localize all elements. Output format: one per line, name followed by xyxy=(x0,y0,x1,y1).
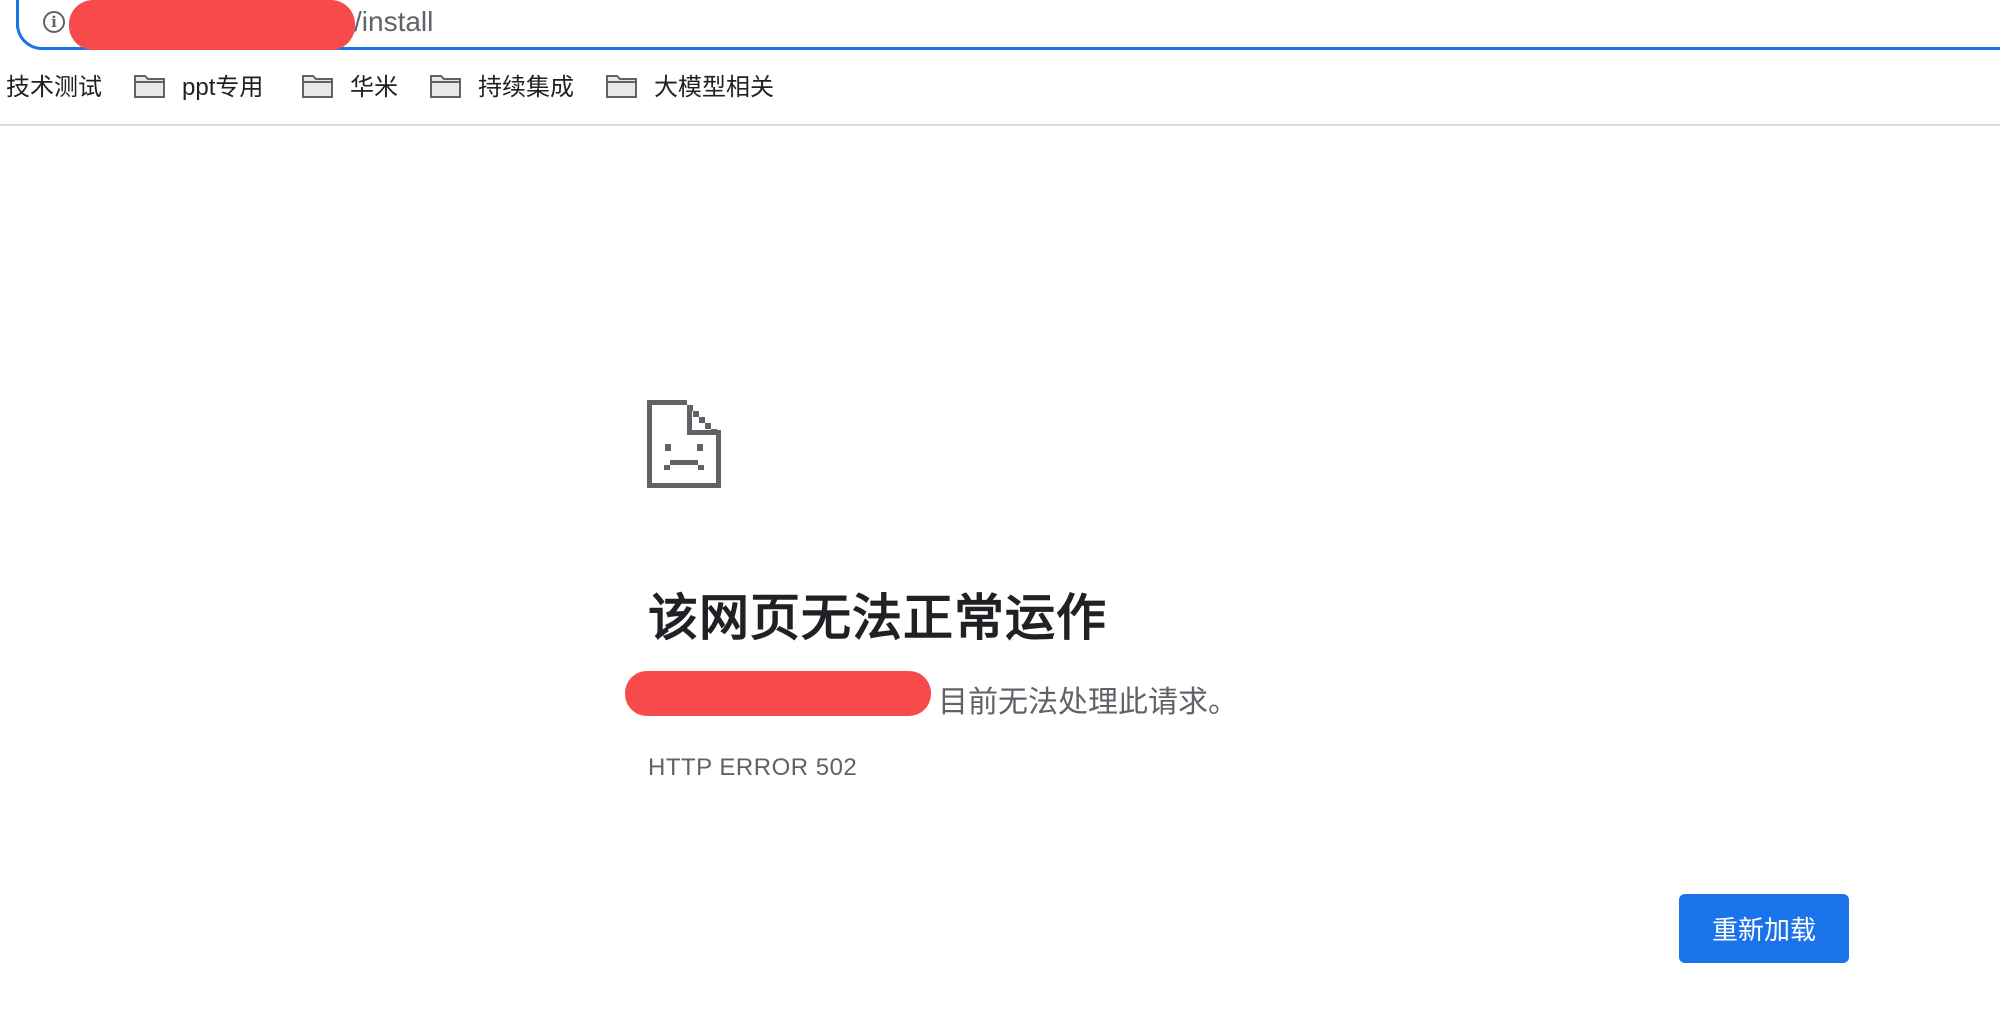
bookmark-item-huami[interactable]: 华米 xyxy=(350,72,398,104)
bookmark-item-ppt[interactable]: ppt专用 xyxy=(182,72,263,104)
url-redaction xyxy=(69,0,355,50)
sad-page-icon xyxy=(647,400,721,488)
address-bar[interactable]: i /install xyxy=(16,0,2000,50)
url-text[interactable]: /install xyxy=(354,6,433,38)
bookmark-item-llm[interactable]: 大模型相关 xyxy=(654,72,774,104)
reload-button[interactable]: 重新加载 xyxy=(1679,894,1849,963)
error-code: HTTP ERROR 502 xyxy=(648,754,858,781)
bookmarks-bar: 技术测试 ppt专用 华米 持续集成 大模型相关 xyxy=(0,60,2000,126)
error-title: 该网页无法正常运作 xyxy=(648,590,1107,646)
folder-icon xyxy=(302,75,333,98)
bookmark-item-tech-test[interactable]: 技术测试 xyxy=(6,72,102,104)
folder-icon xyxy=(430,75,461,98)
error-description: 目前无法处理此请求。 xyxy=(938,686,1238,719)
folder-icon xyxy=(606,75,637,98)
folder-icon xyxy=(134,75,165,98)
host-redaction xyxy=(625,671,931,716)
info-icon[interactable]: i xyxy=(43,11,65,33)
bookmark-item-ci[interactable]: 持续集成 xyxy=(478,72,574,104)
